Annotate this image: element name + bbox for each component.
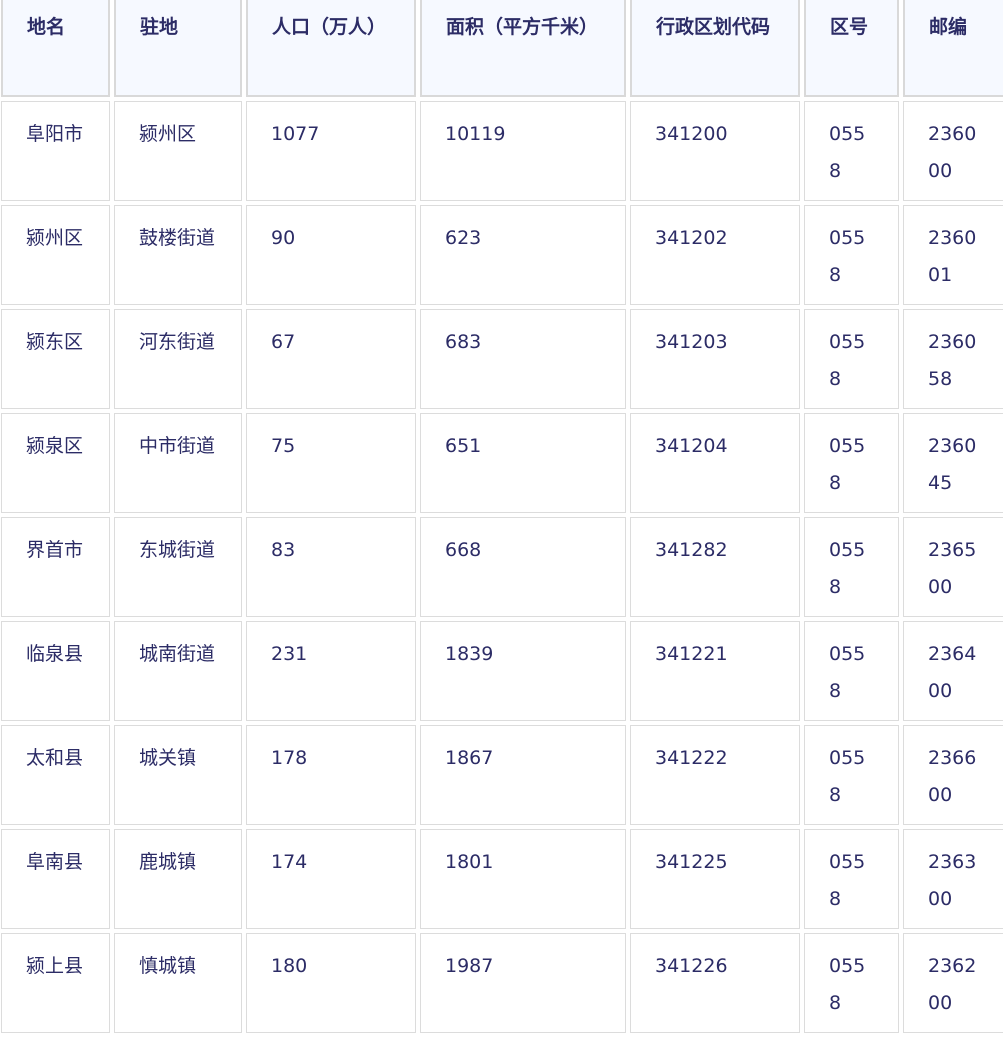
header-postal-code: 邮编 <box>903 0 1003 97</box>
cell-place-name: 阜阳市 <box>1 101 110 201</box>
cell-population: 67 <box>246 309 416 409</box>
cell-postal-code: 236400 <box>903 621 1003 721</box>
cell-area: 1839 <box>420 621 626 721</box>
cell-place-name: 临泉县 <box>1 621 110 721</box>
cell-population: 180 <box>246 933 416 1033</box>
cell-postal-code: 236045 <box>903 413 1003 513</box>
cell-population: 178 <box>246 725 416 825</box>
cell-place-name: 颍上县 <box>1 933 110 1033</box>
cell-area-code: 0558 <box>804 725 899 825</box>
table-header-row: 地名 驻地 人口（万人） 面积（平方千米） 行政区划代码 区号 邮编 <box>1 0 1003 97</box>
cell-population: 83 <box>246 517 416 617</box>
cell-population: 1077 <box>246 101 416 201</box>
cell-population: 174 <box>246 829 416 929</box>
header-area-code: 区号 <box>804 0 899 97</box>
cell-population: 90 <box>246 205 416 305</box>
table-row: 阜南县 鹿城镇 174 1801 341225 0558 236300 <box>1 829 1003 929</box>
cell-area: 683 <box>420 309 626 409</box>
cell-division-code: 341204 <box>630 413 800 513</box>
cell-seat: 城南街道 <box>114 621 242 721</box>
table-row: 界首市 东城街道 83 668 341282 0558 236500 <box>1 517 1003 617</box>
cell-division-code: 341222 <box>630 725 800 825</box>
cell-area: 1801 <box>420 829 626 929</box>
table-body: 阜阳市 颍州区 1077 10119 341200 0558 236000 颍州… <box>1 101 1003 1033</box>
cell-area-code: 0558 <box>804 829 899 929</box>
cell-area: 1867 <box>420 725 626 825</box>
cell-division-code: 341225 <box>630 829 800 929</box>
header-population: 人口（万人） <box>246 0 416 97</box>
table-row: 颍州区 鼓楼街道 90 623 341202 0558 236001 <box>1 205 1003 305</box>
cell-area-code: 0558 <box>804 933 899 1033</box>
cell-postal-code: 236000 <box>903 101 1003 201</box>
header-area: 面积（平方千米） <box>420 0 626 97</box>
cell-population: 231 <box>246 621 416 721</box>
cell-place-name: 颍州区 <box>1 205 110 305</box>
cell-division-code: 341282 <box>630 517 800 617</box>
cell-area-code: 0558 <box>804 309 899 409</box>
cell-area: 1987 <box>420 933 626 1033</box>
cell-division-code: 341221 <box>630 621 800 721</box>
cell-area-code: 0558 <box>804 517 899 617</box>
cell-place-name: 颍泉区 <box>1 413 110 513</box>
cell-seat: 东城街道 <box>114 517 242 617</box>
cell-area-code: 0558 <box>804 413 899 513</box>
cell-seat: 慎城镇 <box>114 933 242 1033</box>
cell-area: 651 <box>420 413 626 513</box>
cell-area: 668 <box>420 517 626 617</box>
cell-postal-code: 236001 <box>903 205 1003 305</box>
cell-place-name: 界首市 <box>1 517 110 617</box>
header-place-name: 地名 <box>1 0 110 97</box>
cell-area-code: 0558 <box>804 621 899 721</box>
cell-division-code: 341202 <box>630 205 800 305</box>
admin-divisions-table-container: 地名 驻地 人口（万人） 面积（平方千米） 行政区划代码 区号 邮编 阜阳市 颍… <box>0 0 1003 1037</box>
cell-seat: 中市街道 <box>114 413 242 513</box>
table-row: 颍上县 慎城镇 180 1987 341226 0558 236200 <box>1 933 1003 1033</box>
cell-seat: 城关镇 <box>114 725 242 825</box>
header-seat: 驻地 <box>114 0 242 97</box>
cell-postal-code: 236500 <box>903 517 1003 617</box>
cell-area-code: 0558 <box>804 101 899 201</box>
cell-division-code: 341203 <box>630 309 800 409</box>
cell-division-code: 341226 <box>630 933 800 1033</box>
cell-seat: 鹿城镇 <box>114 829 242 929</box>
cell-postal-code: 236300 <box>903 829 1003 929</box>
cell-area-code: 0558 <box>804 205 899 305</box>
cell-population: 75 <box>246 413 416 513</box>
table-row: 阜阳市 颍州区 1077 10119 341200 0558 236000 <box>1 101 1003 201</box>
cell-area: 623 <box>420 205 626 305</box>
header-division-code: 行政区划代码 <box>630 0 800 97</box>
table-row: 太和县 城关镇 178 1867 341222 0558 236600 <box>1 725 1003 825</box>
admin-divisions-table: 地名 驻地 人口（万人） 面积（平方千米） 行政区划代码 区号 邮编 阜阳市 颍… <box>0 0 1003 1037</box>
cell-seat: 鼓楼街道 <box>114 205 242 305</box>
table-row: 颍东区 河东街道 67 683 341203 0558 236058 <box>1 309 1003 409</box>
cell-seat: 颍州区 <box>114 101 242 201</box>
cell-seat: 河东街道 <box>114 309 242 409</box>
table-row: 临泉县 城南街道 231 1839 341221 0558 236400 <box>1 621 1003 721</box>
cell-place-name: 阜南县 <box>1 829 110 929</box>
cell-place-name: 颍东区 <box>1 309 110 409</box>
cell-place-name: 太和县 <box>1 725 110 825</box>
cell-division-code: 341200 <box>630 101 800 201</box>
cell-area: 10119 <box>420 101 626 201</box>
cell-postal-code: 236200 <box>903 933 1003 1033</box>
cell-postal-code: 236058 <box>903 309 1003 409</box>
table-row: 颍泉区 中市街道 75 651 341204 0558 236045 <box>1 413 1003 513</box>
cell-postal-code: 236600 <box>903 725 1003 825</box>
